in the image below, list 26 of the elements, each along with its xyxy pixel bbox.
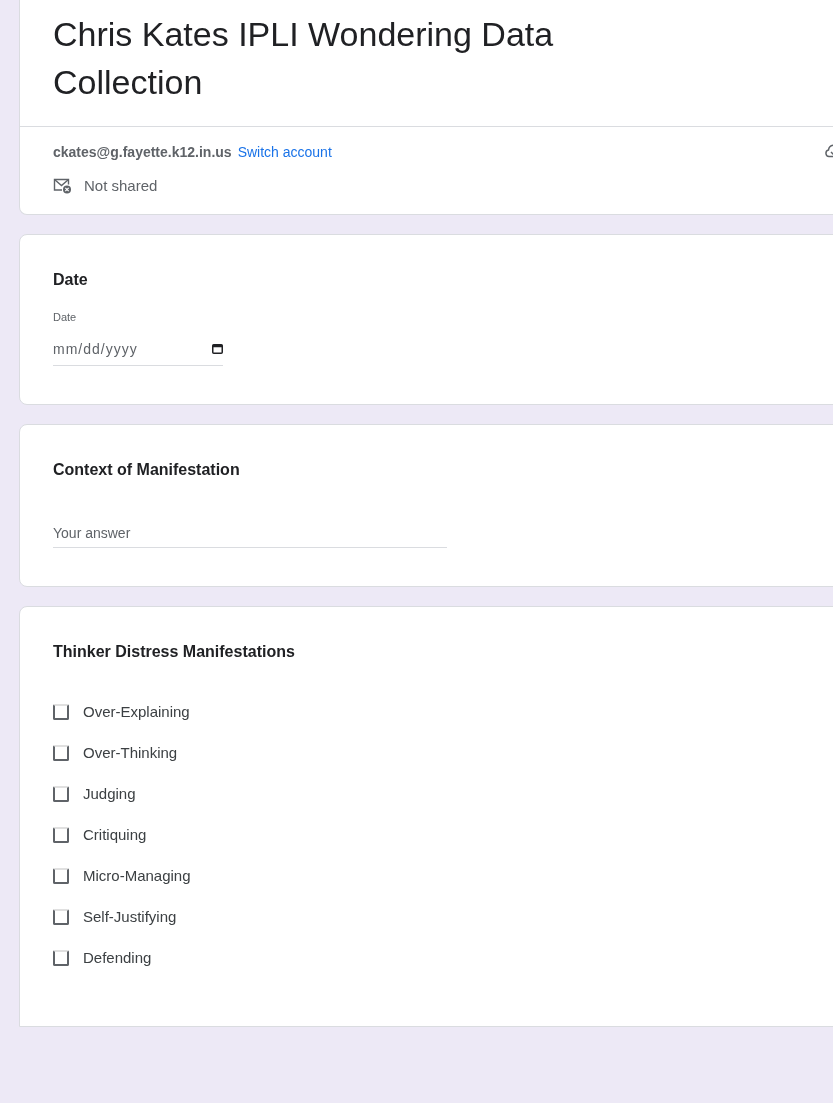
checkbox[interactable] — [53, 908, 69, 925]
form-title: Chris Kates IPLI Wondering Data Collection — [52, 14, 555, 103]
checkbox[interactable] — [53, 867, 69, 884]
option-label[interactable]: Defending — [83, 949, 152, 966]
sharing-status: Not shared — [84, 177, 158, 194]
question-title: Thinker Distress Manifestations — [53, 643, 296, 661]
date-field[interactable]: mm/dd/yyyy — [53, 329, 223, 366]
checkbox[interactable] — [53, 785, 69, 802]
checkbox[interactable] — [53, 826, 69, 843]
switch-account-link[interactable]: Switch account — [237, 144, 332, 160]
checkbox[interactable] — [53, 949, 69, 966]
answer-field[interactable]: Your answer — [53, 519, 447, 548]
calendar-icon[interactable] — [212, 344, 223, 354]
option-label[interactable]: Critiquing — [83, 826, 147, 843]
option-label[interactable]: Micro-Managing — [83, 867, 191, 884]
option-label[interactable]: Self-Justifying — [83, 908, 177, 925]
field-label: Date — [53, 311, 78, 323]
question-title: Date — [53, 271, 89, 289]
account-email: ckates@g.fayette.k12.in.us — [53, 144, 232, 160]
checkbox[interactable] — [53, 744, 69, 761]
option-label[interactable]: Over-Explaining — [83, 703, 190, 720]
question-title: Context of Manifestation — [53, 461, 241, 479]
option-label[interactable]: Judging — [83, 785, 136, 802]
checkbox[interactable] — [53, 703, 69, 720]
option-label[interactable]: Over-Thinking — [83, 744, 178, 761]
mail-blocked-icon — [53, 177, 72, 194]
